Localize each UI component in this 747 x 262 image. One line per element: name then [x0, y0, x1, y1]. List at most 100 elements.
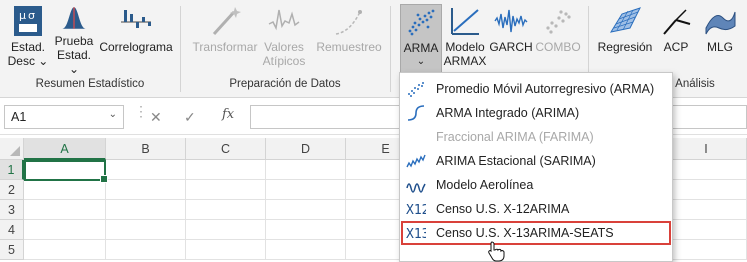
grid-cell[interactable]	[266, 180, 346, 200]
glm-surface-icon	[705, 11, 736, 35]
arma-scatter-icon	[408, 9, 435, 36]
grid-cell[interactable]	[266, 200, 346, 220]
column-header-b[interactable]: B	[106, 138, 186, 160]
group-separator	[390, 6, 391, 92]
grid-cell[interactable]	[186, 220, 266, 240]
grid-cell[interactable]	[106, 200, 186, 220]
modelo-label-2: ARMAX	[443, 54, 487, 68]
grid-cell[interactable]	[666, 220, 747, 240]
grid-cell[interactable]	[106, 220, 186, 240]
remuestreo-button[interactable]: Remuestreo	[314, 4, 384, 76]
estad-desc-button[interactable]: μ σ Estad. Desc ⌄	[6, 4, 50, 76]
regresion-label: Regresión	[597, 40, 653, 54]
grid-cell[interactable]	[266, 220, 346, 240]
grid-cell[interactable]	[24, 200, 106, 220]
prueba-estad-button[interactable]: Prueba Estad. ⌄	[52, 4, 96, 76]
insert-function-icon[interactable]: fx	[222, 107, 234, 122]
estad-label-1: Estad.	[10, 40, 46, 54]
grid-cell[interactable]	[24, 180, 106, 200]
grid-cell[interactable]	[186, 240, 266, 260]
acp-label: ACP	[663, 40, 689, 54]
grid-cell[interactable]	[24, 240, 106, 260]
combo-label: COMBO	[535, 40, 581, 54]
row-header-4[interactable]: 4	[0, 220, 24, 240]
select-all-icon	[10, 146, 20, 156]
row-header-2[interactable]: 2	[0, 180, 24, 200]
svg-text:X12: X12	[406, 203, 426, 218]
grid-cell[interactable]	[106, 180, 186, 200]
name-box-dropdown-icon[interactable]: ⌄	[109, 109, 117, 120]
descriptive-stats-icon: μ σ	[14, 6, 42, 36]
mlg-label: MLG	[706, 40, 733, 54]
grid-cell[interactable]	[186, 160, 266, 180]
menu-item-airline[interactable]: Modelo Aerolínea	[401, 173, 671, 197]
garch-icon	[494, 9, 528, 33]
prueba-label-2: Estad. ⌄	[56, 48, 92, 76]
arima-curve-icon	[407, 105, 425, 121]
menu-item-label: Censo U.S. X-13ARIMA-SEATS	[436, 226, 614, 240]
row-header-3[interactable]: 3	[0, 200, 24, 220]
arma-button[interactable]: ARMA ⌄	[400, 4, 442, 74]
grid-cell[interactable]	[24, 220, 106, 240]
modelo-armax-button[interactable]: Modelo ARMAX	[444, 4, 486, 76]
menu-item-arima[interactable]: ARMA Integrado (ARIMA)	[401, 101, 671, 125]
valores-atipicos-button[interactable]: Valores Atípicos	[258, 4, 310, 76]
menu-item-label: Modelo Aerolínea	[436, 178, 534, 192]
combo-button[interactable]: COMBO	[535, 4, 581, 76]
garch-label: GARCH	[489, 40, 533, 54]
menu-item-sarima[interactable]: ARIMA Estacional (SARIMA)	[401, 149, 671, 173]
grid-cell[interactable]	[666, 200, 747, 220]
menu-item-label: Promedio Móvil Autorregresivo (ARMA)	[436, 82, 655, 96]
grid-cell[interactable]	[666, 180, 747, 200]
wand-icon	[212, 7, 241, 36]
menu-item-x12arima[interactable]: X12 Censo U.S. X-12ARIMA	[401, 197, 671, 221]
estad-label-2: Desc ⌄	[7, 54, 49, 68]
garch-button[interactable]: GARCH	[489, 4, 533, 76]
grid-cell[interactable]	[266, 160, 346, 180]
valores-label-2: Atípicos	[262, 54, 306, 68]
prueba-label-1: Prueba	[54, 34, 94, 48]
menu-item-label: ARMA Integrado (ARIMA)	[436, 106, 580, 120]
svg-text:X13: X13	[406, 227, 426, 242]
correlograma-button[interactable]: Correlograma	[98, 4, 174, 76]
grid-cell[interactable]	[666, 160, 747, 180]
group-separator	[180, 6, 181, 92]
sarima-wave-icon	[406, 154, 426, 168]
row-header-5[interactable]: 5	[0, 240, 24, 260]
formula-bar-grip-icon: ⋮	[134, 103, 148, 119]
svg-text:μ: μ	[19, 9, 26, 22]
modelo-label-1: Modelo	[445, 40, 485, 54]
cancel-icon[interactable]: ✕	[150, 109, 162, 126]
grid-cell[interactable]	[186, 180, 266, 200]
arma-scatter-icon	[408, 82, 424, 97]
column-header-i[interactable]: I	[666, 138, 747, 160]
column-header-d[interactable]: D	[266, 138, 346, 160]
combo-icon	[546, 10, 571, 34]
row-header-1[interactable]: 1	[0, 160, 24, 180]
menu-item-x13arima-seats[interactable]: X13 Censo U.S. X-13ARIMA-SEATS	[401, 221, 671, 245]
menu-item-label: Censo U.S. X-12ARIMA	[436, 202, 570, 216]
name-box[interactable]: A1 ⌄	[4, 105, 124, 129]
regresion-button[interactable]: Regresión	[596, 4, 654, 76]
grid-cell[interactable]	[266, 240, 346, 260]
select-all-corner[interactable]	[0, 138, 24, 160]
grid-cell[interactable]	[106, 240, 186, 260]
transformar-button[interactable]: Transformar	[190, 4, 260, 76]
mlg-button[interactable]: MLG	[700, 4, 740, 76]
hand-pointer-icon	[488, 241, 505, 262]
remuestreo-label: Remuestreo	[316, 40, 382, 54]
active-cell-a1[interactable]	[24, 160, 108, 183]
grid-cell[interactable]	[186, 200, 266, 220]
valores-label-1: Valores	[264, 40, 304, 54]
acp-button[interactable]: ACP	[658, 4, 694, 76]
pca-icon	[663, 9, 691, 35]
distribution-icon	[62, 7, 86, 29]
grid-cell[interactable]	[666, 240, 747, 260]
grid-cell[interactable]	[106, 160, 186, 180]
column-header-c[interactable]: C	[186, 138, 266, 160]
enter-icon[interactable]: ✓	[184, 109, 196, 126]
column-header-a[interactable]: A	[24, 138, 106, 160]
correlogram-icon	[121, 10, 151, 28]
menu-item-arma[interactable]: Promedio Móvil Autorregresivo (ARMA)	[401, 77, 671, 101]
resample-icon	[335, 10, 362, 35]
